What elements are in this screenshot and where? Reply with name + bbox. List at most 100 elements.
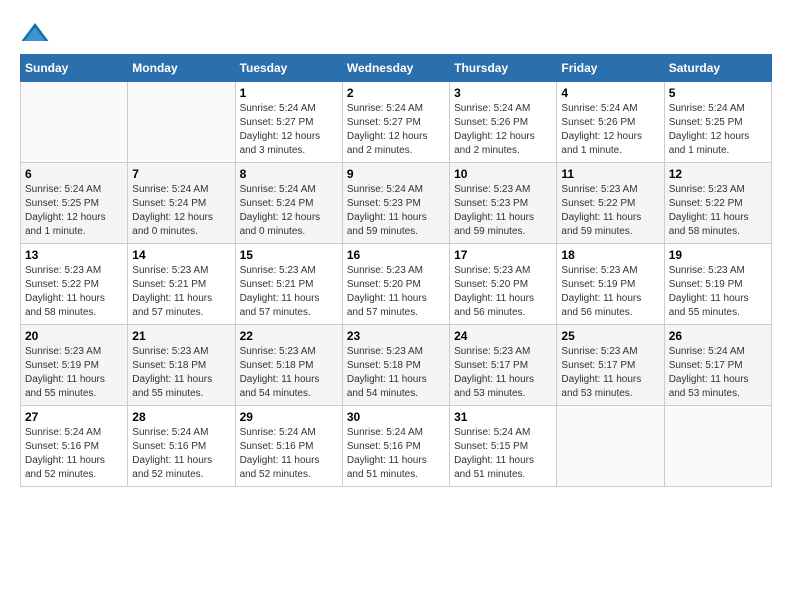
day-info: Sunrise: 5:23 AMSunset: 5:23 PMDaylight:… (454, 183, 552, 239)
logo (20, 20, 54, 44)
calendar-cell: 7 Sunrise: 5:24 AMSunset: 5:24 PMDayligh… (128, 163, 235, 244)
day-number: 9 (347, 167, 445, 181)
calendar-cell: 2 Sunrise: 5:24 AMSunset: 5:27 PMDayligh… (342, 82, 449, 163)
day-info: Sunrise: 5:23 AMSunset: 5:19 PMDaylight:… (561, 264, 659, 320)
calendar-cell: 30 Sunrise: 5:24 AMSunset: 5:16 PMDaylig… (342, 406, 449, 487)
day-number: 31 (454, 410, 552, 424)
day-info: Sunrise: 5:24 AMSunset: 5:27 PMDaylight:… (347, 102, 445, 158)
day-number: 6 (25, 167, 123, 181)
day-number: 30 (347, 410, 445, 424)
day-number: 2 (347, 86, 445, 100)
day-number: 3 (454, 86, 552, 100)
calendar-header: SundayMondayTuesdayWednesdayThursdayFrid… (21, 55, 772, 82)
day-number: 4 (561, 86, 659, 100)
calendar-cell: 31 Sunrise: 5:24 AMSunset: 5:15 PMDaylig… (450, 406, 557, 487)
day-info: Sunrise: 5:23 AMSunset: 5:19 PMDaylight:… (669, 264, 767, 320)
calendar-cell: 22 Sunrise: 5:23 AMSunset: 5:18 PMDaylig… (235, 325, 342, 406)
calendar-cell (557, 406, 664, 487)
day-number: 27 (25, 410, 123, 424)
day-info: Sunrise: 5:23 AMSunset: 5:20 PMDaylight:… (454, 264, 552, 320)
day-number: 13 (25, 248, 123, 262)
day-info: Sunrise: 5:24 AMSunset: 5:23 PMDaylight:… (347, 183, 445, 239)
weekday-header: Thursday (450, 55, 557, 82)
calendar-cell: 16 Sunrise: 5:23 AMSunset: 5:20 PMDaylig… (342, 244, 449, 325)
day-info: Sunrise: 5:24 AMSunset: 5:16 PMDaylight:… (347, 426, 445, 482)
weekday-header: Wednesday (342, 55, 449, 82)
calendar-cell: 5 Sunrise: 5:24 AMSunset: 5:25 PMDayligh… (664, 82, 771, 163)
day-number: 16 (347, 248, 445, 262)
calendar-cell: 28 Sunrise: 5:24 AMSunset: 5:16 PMDaylig… (128, 406, 235, 487)
calendar-cell: 10 Sunrise: 5:23 AMSunset: 5:23 PMDaylig… (450, 163, 557, 244)
calendar-cell: 25 Sunrise: 5:23 AMSunset: 5:17 PMDaylig… (557, 325, 664, 406)
day-number: 10 (454, 167, 552, 181)
day-info: Sunrise: 5:23 AMSunset: 5:17 PMDaylight:… (454, 345, 552, 401)
calendar-cell: 26 Sunrise: 5:24 AMSunset: 5:17 PMDaylig… (664, 325, 771, 406)
calendar-cell: 20 Sunrise: 5:23 AMSunset: 5:19 PMDaylig… (21, 325, 128, 406)
day-number: 19 (669, 248, 767, 262)
weekday-header: Friday (557, 55, 664, 82)
day-info: Sunrise: 5:24 AMSunset: 5:16 PMDaylight:… (132, 426, 230, 482)
weekday-header: Monday (128, 55, 235, 82)
day-info: Sunrise: 5:23 AMSunset: 5:17 PMDaylight:… (561, 345, 659, 401)
day-info: Sunrise: 5:24 AMSunset: 5:15 PMDaylight:… (454, 426, 552, 482)
calendar-week-row: 1 Sunrise: 5:24 AMSunset: 5:27 PMDayligh… (21, 82, 772, 163)
calendar-week-row: 27 Sunrise: 5:24 AMSunset: 5:16 PMDaylig… (21, 406, 772, 487)
weekday-header: Saturday (664, 55, 771, 82)
day-number: 7 (132, 167, 230, 181)
day-info: Sunrise: 5:24 AMSunset: 5:24 PMDaylight:… (132, 183, 230, 239)
day-info: Sunrise: 5:23 AMSunset: 5:22 PMDaylight:… (669, 183, 767, 239)
calendar-cell: 21 Sunrise: 5:23 AMSunset: 5:18 PMDaylig… (128, 325, 235, 406)
day-info: Sunrise: 5:24 AMSunset: 5:26 PMDaylight:… (561, 102, 659, 158)
day-info: Sunrise: 5:24 AMSunset: 5:26 PMDaylight:… (454, 102, 552, 158)
day-info: Sunrise: 5:24 AMSunset: 5:24 PMDaylight:… (240, 183, 338, 239)
day-number: 21 (132, 329, 230, 343)
calendar-cell: 24 Sunrise: 5:23 AMSunset: 5:17 PMDaylig… (450, 325, 557, 406)
calendar-cell: 8 Sunrise: 5:24 AMSunset: 5:24 PMDayligh… (235, 163, 342, 244)
weekday-row: SundayMondayTuesdayWednesdayThursdayFrid… (21, 55, 772, 82)
calendar-body: 1 Sunrise: 5:24 AMSunset: 5:27 PMDayligh… (21, 82, 772, 487)
day-info: Sunrise: 5:24 AMSunset: 5:16 PMDaylight:… (240, 426, 338, 482)
day-info: Sunrise: 5:24 AMSunset: 5:25 PMDaylight:… (669, 102, 767, 158)
logo-icon (20, 20, 50, 44)
calendar-table: SundayMondayTuesdayWednesdayThursdayFrid… (20, 54, 772, 487)
day-number: 12 (669, 167, 767, 181)
day-info: Sunrise: 5:24 AMSunset: 5:17 PMDaylight:… (669, 345, 767, 401)
calendar-cell: 3 Sunrise: 5:24 AMSunset: 5:26 PMDayligh… (450, 82, 557, 163)
calendar-cell: 13 Sunrise: 5:23 AMSunset: 5:22 PMDaylig… (21, 244, 128, 325)
day-info: Sunrise: 5:23 AMSunset: 5:22 PMDaylight:… (561, 183, 659, 239)
day-info: Sunrise: 5:24 AMSunset: 5:27 PMDaylight:… (240, 102, 338, 158)
calendar-cell: 9 Sunrise: 5:24 AMSunset: 5:23 PMDayligh… (342, 163, 449, 244)
calendar-cell: 18 Sunrise: 5:23 AMSunset: 5:19 PMDaylig… (557, 244, 664, 325)
calendar-cell: 29 Sunrise: 5:24 AMSunset: 5:16 PMDaylig… (235, 406, 342, 487)
calendar-cell: 1 Sunrise: 5:24 AMSunset: 5:27 PMDayligh… (235, 82, 342, 163)
day-number: 17 (454, 248, 552, 262)
calendar-cell: 19 Sunrise: 5:23 AMSunset: 5:19 PMDaylig… (664, 244, 771, 325)
day-info: Sunrise: 5:24 AMSunset: 5:16 PMDaylight:… (25, 426, 123, 482)
day-number: 25 (561, 329, 659, 343)
day-number: 8 (240, 167, 338, 181)
calendar-cell (664, 406, 771, 487)
day-number: 24 (454, 329, 552, 343)
calendar-cell: 15 Sunrise: 5:23 AMSunset: 5:21 PMDaylig… (235, 244, 342, 325)
day-info: Sunrise: 5:23 AMSunset: 5:18 PMDaylight:… (132, 345, 230, 401)
calendar-week-row: 20 Sunrise: 5:23 AMSunset: 5:19 PMDaylig… (21, 325, 772, 406)
weekday-header: Tuesday (235, 55, 342, 82)
day-number: 15 (240, 248, 338, 262)
day-info: Sunrise: 5:23 AMSunset: 5:18 PMDaylight:… (347, 345, 445, 401)
day-info: Sunrise: 5:24 AMSunset: 5:25 PMDaylight:… (25, 183, 123, 239)
day-number: 5 (669, 86, 767, 100)
day-info: Sunrise: 5:23 AMSunset: 5:20 PMDaylight:… (347, 264, 445, 320)
day-number: 26 (669, 329, 767, 343)
day-info: Sunrise: 5:23 AMSunset: 5:22 PMDaylight:… (25, 264, 123, 320)
day-number: 22 (240, 329, 338, 343)
calendar-cell: 6 Sunrise: 5:24 AMSunset: 5:25 PMDayligh… (21, 163, 128, 244)
day-number: 1 (240, 86, 338, 100)
weekday-header: Sunday (21, 55, 128, 82)
day-number: 20 (25, 329, 123, 343)
day-info: Sunrise: 5:23 AMSunset: 5:18 PMDaylight:… (240, 345, 338, 401)
day-number: 29 (240, 410, 338, 424)
calendar-cell: 14 Sunrise: 5:23 AMSunset: 5:21 PMDaylig… (128, 244, 235, 325)
calendar-cell: 17 Sunrise: 5:23 AMSunset: 5:20 PMDaylig… (450, 244, 557, 325)
day-info: Sunrise: 5:23 AMSunset: 5:21 PMDaylight:… (132, 264, 230, 320)
day-number: 18 (561, 248, 659, 262)
